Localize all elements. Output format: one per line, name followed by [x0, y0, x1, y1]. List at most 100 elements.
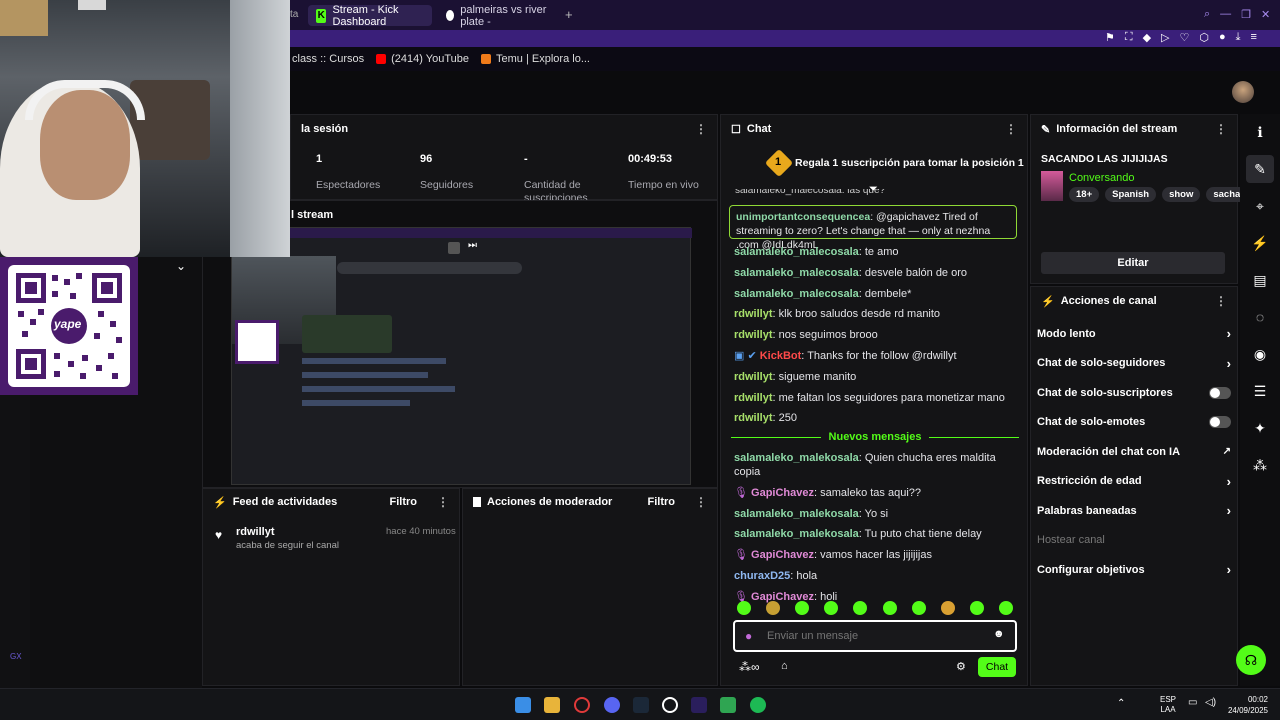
tab-palmeiras[interactable]: palmeiras vs river plate -	[438, 4, 558, 28]
more-options-icon[interactable]: ⋮	[695, 495, 707, 509]
tab-kick-dashboard[interactable]: K Stream - Kick Dashboard	[308, 4, 432, 28]
pinned-user[interactable]: unimportantconsequencea	[736, 211, 870, 223]
chat-username[interactable]: churaxD25	[734, 570, 790, 582]
chat-bubble-icon[interactable]: ◌	[1246, 303, 1274, 331]
chat-username[interactable]: rdwillyt	[734, 308, 773, 320]
microphone-icon[interactable]: ●	[745, 629, 752, 643]
obs-icon[interactable]	[662, 697, 678, 713]
extensions-icon[interactable]: ⬡	[1199, 31, 1209, 44]
emote-icon[interactable]	[737, 601, 751, 615]
emote-icon[interactable]	[911, 601, 926, 615]
emote-icon[interactable]	[853, 601, 868, 615]
menu-icon[interactable]: ≡	[1251, 31, 1257, 44]
screenshot-icon[interactable]: ⛶	[1125, 31, 1133, 44]
edit-pencil-icon[interactable]: ✎	[1246, 155, 1274, 183]
more-options-icon[interactable]: ⋮	[437, 495, 449, 509]
community-icon[interactable]: ⁂	[1246, 451, 1274, 479]
channel-action-row[interactable]: Chat de solo-seguidores ›	[1031, 349, 1237, 379]
toggle-switch[interactable]	[1209, 386, 1231, 399]
download-icon[interactable]: ⤓	[1236, 31, 1241, 44]
document-icon[interactable]: ▤	[1246, 266, 1274, 294]
spotify-icon[interactable]	[750, 697, 766, 713]
infinity-icon[interactable]: ⁂∞	[739, 660, 760, 674]
chevron-up-icon[interactable]: ⌃	[1117, 698, 1125, 709]
chat-username[interactable]: rdwillyt	[734, 371, 773, 383]
clock[interactable]: 00:02 24/09/2025	[1226, 694, 1268, 716]
channel-action-row[interactable]: Restricción de edad ›	[1031, 467, 1237, 497]
send-chat-button[interactable]: Chat	[978, 657, 1016, 677]
skip-icon[interactable]: ⏭	[468, 240, 477, 251]
chat-username[interactable]: rdwillyt	[734, 412, 773, 424]
channel-action-row[interactable]: Configurar objetivos ›	[1031, 555, 1237, 585]
edit-button[interactable]: Editar	[1041, 252, 1225, 274]
language-indicator[interactable]: ESP LAA	[1160, 695, 1176, 715]
emote-icon[interactable]	[998, 601, 1013, 615]
emoji-icon[interactable]: ☻	[993, 628, 1005, 640]
chat-username[interactable]: salamaleko_malecosala	[734, 246, 859, 258]
user-avatar[interactable]	[1232, 81, 1254, 103]
chat-username[interactable]: GapiChavez	[751, 549, 814, 561]
close-icon[interactable]: ✕	[1261, 8, 1270, 21]
windows-start-icon[interactable]	[515, 697, 531, 713]
chat-username[interactable]: GapiChavez	[751, 487, 814, 499]
channel-action-row[interactable]: Moderación del chat con IA ↗	[1031, 437, 1237, 467]
address-bar[interactable]: ⚑ ⛶ ◆ ▷ ♡ ⬡ ● ⤓ ≡	[290, 30, 1280, 47]
channel-action-row[interactable]: Palabras baneadas ›	[1031, 496, 1237, 526]
store-icon[interactable]: ⌂	[781, 660, 788, 672]
emote-icon[interactable]	[882, 601, 897, 615]
chat-username[interactable]: rdwillyt	[734, 329, 773, 341]
chat-username[interactable]: salamaleko_malekosala	[734, 452, 859, 464]
pip-icon[interactable]	[448, 242, 460, 254]
toggle-switch[interactable]	[1209, 416, 1231, 429]
chat-input-box[interactable]: ● ☻	[733, 620, 1017, 652]
premiere-icon[interactable]	[691, 697, 707, 713]
emote-icon[interactable]	[766, 601, 781, 615]
pin-filter-icon[interactable]: ⏷	[869, 183, 878, 196]
broadcast-icon[interactable]: ◉	[1246, 340, 1274, 368]
profile-icon[interactable]: ●	[1219, 31, 1226, 44]
server-icon[interactable]: ☰	[1246, 377, 1274, 405]
lightning-icon[interactable]: ⚡	[1246, 229, 1274, 257]
emote-icon[interactable]	[824, 601, 839, 615]
wrench-icon[interactable]: ✦	[1246, 414, 1274, 442]
stream-video[interactable]: ⏭	[231, 227, 692, 485]
tag[interactable]: show	[1162, 187, 1201, 202]
play-icon[interactable]: ▷	[1161, 31, 1169, 44]
pin-icon[interactable]: ⚑	[1105, 31, 1115, 44]
emote-icon[interactable]	[795, 601, 810, 615]
chat-username[interactable]: salamaleko_malekosala	[734, 528, 859, 540]
channel-action-row[interactable]: Modo lento ›	[1031, 319, 1237, 349]
chat-username[interactable]: KickBot	[760, 350, 802, 362]
maximize-icon[interactable]: ❐	[1241, 8, 1251, 21]
discord-icon[interactable]	[604, 697, 620, 713]
volume-icon[interactable]: ◁)	[1205, 697, 1216, 708]
chat-input[interactable]	[767, 627, 987, 645]
tag[interactable]: 18+	[1069, 187, 1100, 202]
opera-gx-icon[interactable]	[574, 697, 590, 713]
shield-icon[interactable]: ◆	[1143, 31, 1151, 44]
more-options-icon[interactable]: ⋮	[1005, 122, 1017, 136]
network-icon[interactable]: ▭	[1188, 697, 1197, 708]
info-icon[interactable]: ℹ	[1246, 118, 1274, 146]
more-options-icon[interactable]: ⋮	[1215, 294, 1227, 308]
more-options-icon[interactable]: ⋮	[695, 122, 707, 136]
chevron-down-icon[interactable]: ⌄	[176, 259, 186, 273]
filter-button[interactable]: Filtro	[390, 496, 418, 508]
bookmark-cursos[interactable]: class :: Cursos	[292, 53, 364, 65]
stream-category[interactable]: Conversando	[1069, 172, 1134, 184]
chat-username[interactable]: rdwillyt	[734, 392, 773, 404]
minimize-icon[interactable]: —	[1220, 8, 1231, 21]
focus-icon[interactable]: ⌖	[1246, 192, 1274, 220]
chat-username[interactable]: salamaleko_malecosala	[734, 267, 859, 279]
app-icon[interactable]	[720, 697, 736, 713]
chat-username[interactable]: salamaleko_malecosala	[734, 288, 859, 300]
more-options-icon[interactable]: ⋮	[1215, 122, 1227, 136]
channel-action-row[interactable]: Chat de solo-emotes	[1031, 408, 1237, 438]
new-tab-button[interactable]: +	[565, 7, 573, 22]
channel-action-row[interactable]: Chat de solo-suscriptores	[1031, 378, 1237, 408]
emote-icon[interactable]	[940, 601, 955, 615]
search-icon[interactable]: ⌕	[1204, 8, 1210, 21]
settings-gear-icon[interactable]: ⚙	[956, 660, 966, 673]
bookmark-youtube[interactable]: (2414) YouTube	[376, 53, 469, 65]
gift-sub-banner[interactable]: Regala 1 suscripción para tomar la posic…	[795, 157, 1024, 169]
